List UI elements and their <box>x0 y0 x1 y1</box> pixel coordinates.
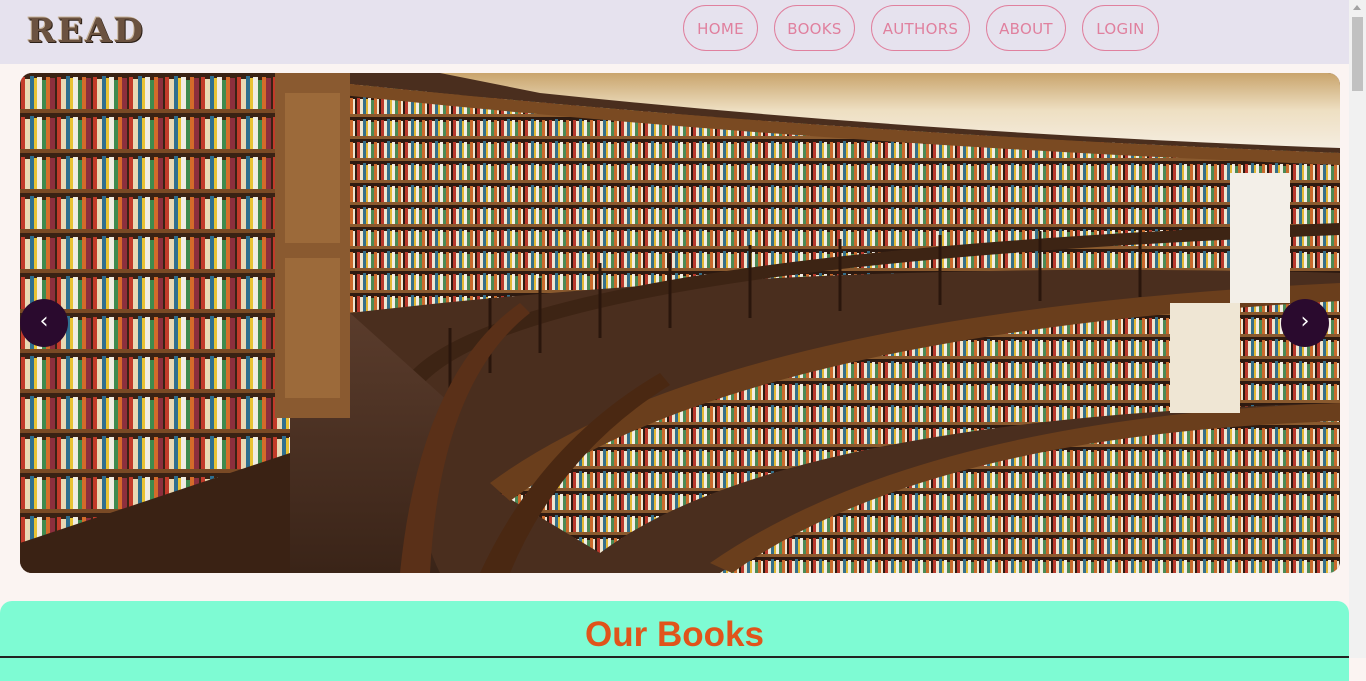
hero-carousel: ‹ › <box>20 73 1340 573</box>
nav-books-button[interactable]: BOOKS <box>774 5 855 51</box>
nav-about-button[interactable]: ABOUT <box>986 5 1066 51</box>
nav-authors-button[interactable]: AUTHORS <box>871 5 970 51</box>
our-books-section: Our Books <box>0 601 1349 681</box>
site-logo[interactable]: READ <box>27 11 145 51</box>
site-header: READ HOME BOOKS AUTHORS ABOUT LOGIN <box>0 0 1349 64</box>
nav-home-button[interactable]: HOME <box>683 5 758 51</box>
library-image <box>20 73 1340 573</box>
carousel-next-button[interactable]: › <box>1281 299 1329 347</box>
section-title: Our Books <box>585 615 764 654</box>
page-scrollbar[interactable] <box>1349 0 1366 658</box>
scrollbar-thumb[interactable] <box>1352 17 1363 91</box>
scroll-up-icon[interactable] <box>1353 5 1361 10</box>
nav-login-button[interactable]: LOGIN <box>1082 5 1159 51</box>
carousel-prev-button[interactable]: ‹ <box>20 299 68 347</box>
